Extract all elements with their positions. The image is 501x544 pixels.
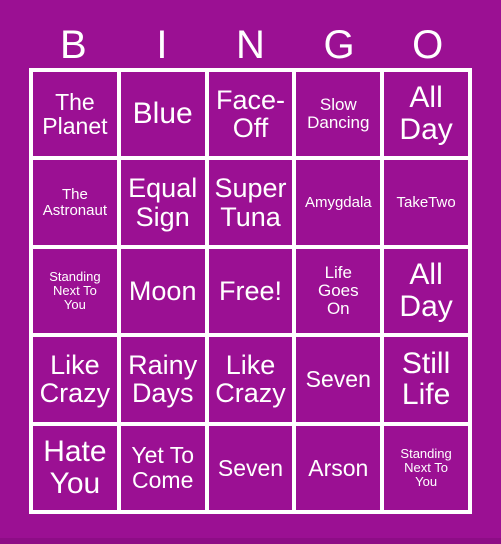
bingo-cell[interactable]: Amygdala	[296, 160, 381, 245]
bingo-cell-label: Arson	[308, 454, 369, 481]
bingo-cell-label: Standing Next To You	[49, 269, 101, 312]
bingo-cell-label: Free!	[218, 275, 282, 306]
bingo-cell-label: All Day	[399, 258, 453, 323]
bingo-cell-label: Rainy Days	[128, 349, 198, 409]
bingo-cell[interactable]: Slow Dancing	[296, 72, 381, 157]
bingo-cell-label: The Planet	[42, 88, 108, 140]
bingo-cell-label: Still Life	[401, 346, 451, 412]
bingo-cell[interactable]: Standing Next To You	[33, 248, 117, 334]
bingo-cell-label: TakeTwo	[396, 193, 456, 211]
bingo-cell[interactable]: All Day	[384, 248, 468, 334]
bingo-header-letter-o: O	[412, 23, 444, 67]
bingo-cell-label: Like Crazy	[39, 349, 111, 409]
bingo-cell[interactable]: Seven	[296, 337, 381, 422]
bingo-cell[interactable]: Yet To Come	[120, 425, 205, 510]
bingo-cell[interactable]: Standing Next To You	[384, 425, 468, 510]
bingo-cell[interactable]: Blue	[120, 72, 205, 157]
bingo-cell-label: Blue	[132, 97, 193, 131]
bingo-cell-label: Hate You	[43, 435, 107, 500]
bingo-cell-label: Slow Dancing	[307, 95, 370, 133]
bingo-header-letter-g: G	[323, 23, 355, 67]
bingo-cell[interactable]: Super Tuna	[208, 160, 293, 245]
bingo-cell[interactable]: Face- Off	[208, 72, 293, 157]
bingo-card: B I N G O The Planet Blue Face- Off Slow Da…	[0, 0, 501, 544]
bingo-cell-label: Standing Next To You	[400, 446, 452, 489]
bingo-grid: The Planet Blue Face- Off Slow Dancing All D…	[29, 68, 472, 514]
bingo-cell[interactable]: Arson	[296, 425, 381, 510]
bingo-cell[interactable]: Like Crazy	[208, 337, 293, 422]
bingo-cell[interactable]: Still Life	[384, 337, 468, 422]
bingo-cell-label: Face- Off	[215, 84, 285, 144]
bingo-cell-label: Super Tuna	[214, 172, 287, 232]
bingo-cell[interactable]: TakeTwo	[384, 160, 468, 245]
bingo-cell[interactable]: All Day	[384, 72, 468, 157]
bingo-cell[interactable]: Like Crazy	[33, 337, 117, 422]
bingo-cell-free[interactable]: Free!	[208, 248, 293, 334]
bingo-cell-label: The Astronaut	[42, 185, 107, 219]
bingo-header-letter-i: I	[156, 23, 168, 67]
bingo-cell-label: Moon	[128, 275, 197, 306]
bingo-header-row: B I N G O	[29, 22, 472, 68]
bingo-cell[interactable]: The Planet	[33, 72, 117, 157]
bingo-cell-label: Yet To Come	[131, 442, 195, 493]
bingo-cell-label: Like Crazy	[215, 349, 286, 409]
bingo-cell-label: Amygdala	[304, 193, 372, 211]
bingo-cell-label: Seven	[217, 454, 284, 481]
bingo-cell[interactable]: The Astronaut	[33, 160, 117, 245]
bingo-cell[interactable]: Seven	[208, 425, 293, 510]
bingo-cell-label: Equal Sign	[128, 172, 198, 232]
bottom-accent-strip	[0, 538, 501, 544]
bingo-cell[interactable]: Moon	[120, 248, 205, 334]
bingo-cell-label: All Day	[399, 81, 453, 147]
bingo-cell-label: Seven	[305, 366, 371, 393]
bingo-cell[interactable]: Rainy Days	[120, 337, 205, 422]
bingo-header-letter-b: B	[59, 23, 87, 67]
bingo-cell-label: Life Goes On	[317, 262, 359, 318]
bingo-header-letter-n: N	[236, 23, 265, 67]
bingo-cell[interactable]: Equal Sign	[120, 160, 205, 245]
bingo-cell[interactable]: Life Goes On	[296, 248, 381, 334]
bingo-cell[interactable]: Hate You	[33, 425, 117, 510]
